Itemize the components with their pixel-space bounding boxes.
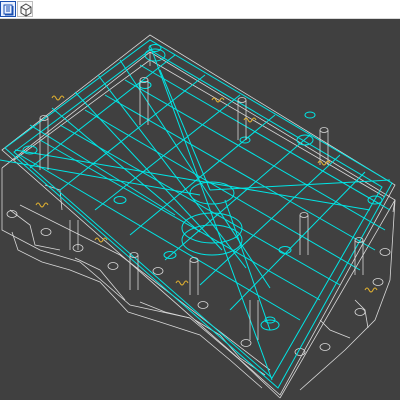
view-icon (3, 4, 14, 16)
isometric-view-button[interactable] (17, 1, 33, 17)
view-toolbar (0, 0, 400, 19)
3d-viewport[interactable] (0, 19, 400, 400)
wireframe-model (0, 19, 400, 400)
cad-window (0, 0, 400, 400)
view-button[interactable] (0, 1, 16, 17)
isometric-cube-icon (20, 3, 32, 17)
